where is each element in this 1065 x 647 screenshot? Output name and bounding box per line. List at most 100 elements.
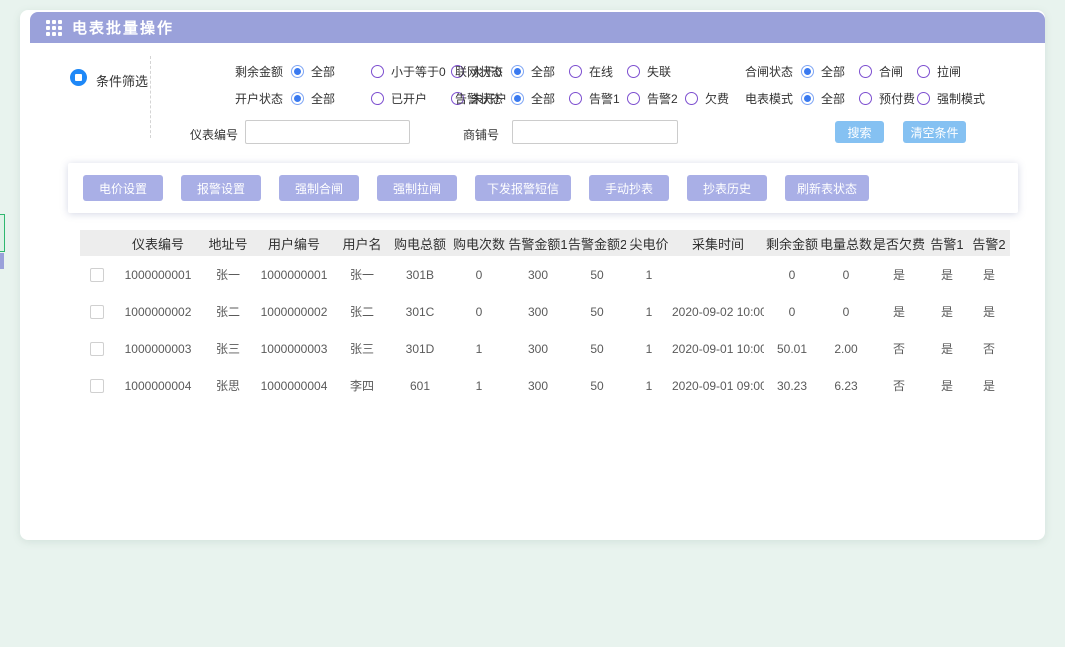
force-close-button[interactable]: 强制合闸	[279, 175, 359, 201]
radio-icon[interactable]	[569, 65, 582, 78]
radio-option-all[interactable]: 全部	[511, 90, 569, 107]
send-alarm-sms-button[interactable]: 下发报警短信	[475, 175, 571, 201]
col-alarm-amount-2: 告警金额2	[568, 230, 626, 256]
cell-purchase-count: 1	[450, 367, 508, 404]
radio-icon[interactable]	[917, 92, 930, 105]
radio-option-all[interactable]: 全部	[291, 63, 371, 80]
radio-icon[interactable]	[371, 92, 384, 105]
radio-icon[interactable]	[917, 65, 930, 78]
manual-read-button[interactable]: 手动抄表	[589, 175, 669, 201]
cell-energy-total: 0	[820, 293, 872, 330]
row-checkbox[interactable]	[90, 268, 104, 282]
col-select	[80, 230, 114, 256]
row-checkbox[interactable]	[90, 379, 104, 393]
cell-alarm-1: 是	[926, 256, 968, 293]
radio-option-online[interactable]: 在线	[569, 63, 627, 80]
cell-purchase-total: 301B	[390, 256, 450, 293]
clear-conditions-button[interactable]: 清空条件	[903, 121, 966, 143]
radio-icon[interactable]	[627, 65, 640, 78]
radio-icon[interactable]	[511, 92, 524, 105]
shop-no-input[interactable]	[512, 120, 678, 144]
meter-no-input[interactable]	[245, 120, 410, 144]
cell-address-no: 张三	[202, 330, 254, 367]
radio-option-prepaid[interactable]: 预付费	[859, 90, 917, 107]
cell-arrears: 否	[872, 367, 926, 404]
radio-icon[interactable]	[569, 92, 582, 105]
radio-option-lte-zero[interactable]: 小于等于0	[371, 63, 451, 80]
radio-icon[interactable]	[859, 65, 872, 78]
radio-icon[interactable]	[291, 92, 304, 105]
radio-option-alarm2[interactable]: 告警2	[627, 90, 685, 107]
radio-option-offline[interactable]: 失联	[627, 63, 671, 80]
side-drawer-handle-purple[interactable]	[0, 253, 4, 269]
cell-peak-price: 1	[626, 293, 672, 330]
radio-icon[interactable]	[291, 65, 304, 78]
row-select-cell	[80, 330, 114, 367]
radio-icon[interactable]	[627, 92, 640, 105]
cell-user-no: 1000000004	[254, 367, 334, 404]
cell-user-name: 张三	[334, 330, 390, 367]
table-row: 1000000001 张一 1000000001 张一 301B 0 300 5…	[80, 256, 1010, 293]
radio-icon[interactable]	[801, 92, 814, 105]
col-address-no: 地址号	[202, 230, 254, 256]
grid-menu-icon[interactable]	[46, 20, 62, 36]
row-checkbox[interactable]	[90, 305, 104, 319]
radio-icon[interactable]	[801, 65, 814, 78]
side-drawer-handle-green[interactable]	[0, 214, 5, 252]
radio-label: 强制模式	[937, 90, 985, 107]
filter-icon	[70, 69, 87, 86]
cell-alarm-1: 是	[926, 367, 968, 404]
cell-alarm-amount-1: 300	[508, 256, 568, 293]
cell-remaining-amount: 50.01	[764, 330, 820, 367]
col-arrears: 是否欠费	[872, 230, 926, 256]
force-trip-button[interactable]: 强制拉闸	[377, 175, 457, 201]
col-remaining-amount: 剩余金额	[764, 230, 820, 256]
radio-icon[interactable]	[371, 65, 384, 78]
radio-option-forced-mode[interactable]: 强制模式	[917, 90, 985, 107]
read-history-button[interactable]: 抄表历史	[687, 175, 767, 201]
cell-address-no: 张二	[202, 293, 254, 330]
radio-option-alarm1[interactable]: 告警1	[569, 90, 627, 107]
radio-option-all[interactable]: 全部	[511, 63, 569, 80]
radio-label: 在线	[589, 63, 613, 80]
filter-group-switch-status: 合闸状态 全部 合闸 拉闸	[745, 62, 961, 80]
cell-alarm-amount-2: 50	[568, 330, 626, 367]
radio-option-opened[interactable]: 已开户	[371, 90, 451, 107]
radio-option-closed[interactable]: 合闸	[859, 63, 917, 80]
radio-label: 失联	[647, 63, 671, 80]
radio-icon[interactable]	[859, 92, 872, 105]
radio-option-all[interactable]: 全部	[291, 90, 371, 107]
cell-user-name: 张二	[334, 293, 390, 330]
cell-alarm-amount-2: 50	[568, 256, 626, 293]
alarm-setting-button[interactable]: 报警设置	[181, 175, 261, 201]
radio-option-arrears[interactable]: 欠费	[685, 90, 729, 107]
cell-alarm-2: 是	[968, 293, 1010, 330]
radio-option-all[interactable]: 全部	[801, 63, 859, 80]
radio-label: 全部	[821, 63, 845, 80]
cell-arrears: 否	[872, 330, 926, 367]
batch-actions-toolbar: 电价设置 报警设置 强制合闸 强制拉闸 下发报警短信 手动抄表 抄表历史 刷新表…	[68, 163, 1018, 213]
cell-energy-total: 6.23	[820, 367, 872, 404]
cell-alarm-2: 否	[968, 330, 1010, 367]
cell-alarm-amount-2: 50	[568, 367, 626, 404]
filter-group-label: 电表模式	[745, 90, 793, 107]
col-purchase-count: 购电次数	[450, 230, 508, 256]
col-peak-price: 尖电价	[626, 230, 672, 256]
refresh-meter-status-button[interactable]: 刷新表状态	[785, 175, 869, 201]
cell-energy-total: 2.00	[820, 330, 872, 367]
table-row: 1000000002 张二 1000000002 张二 301C 0 300 5…	[80, 293, 1010, 330]
radio-option-all[interactable]: 全部	[801, 90, 859, 107]
radio-icon[interactable]	[685, 92, 698, 105]
cell-alarm-amount-1: 300	[508, 367, 568, 404]
cell-user-no: 1000000002	[254, 293, 334, 330]
row-select-cell	[80, 256, 114, 293]
radio-label: 合闸	[879, 63, 903, 80]
price-setting-button[interactable]: 电价设置	[83, 175, 163, 201]
cell-user-no: 1000000003	[254, 330, 334, 367]
radio-icon[interactable]	[511, 65, 524, 78]
radio-option-tripped[interactable]: 拉闸	[917, 63, 961, 80]
radio-label: 全部	[821, 90, 845, 107]
search-button[interactable]: 搜索	[835, 121, 884, 143]
row-checkbox[interactable]	[90, 342, 104, 356]
col-collect-time: 采集时间	[672, 230, 764, 256]
